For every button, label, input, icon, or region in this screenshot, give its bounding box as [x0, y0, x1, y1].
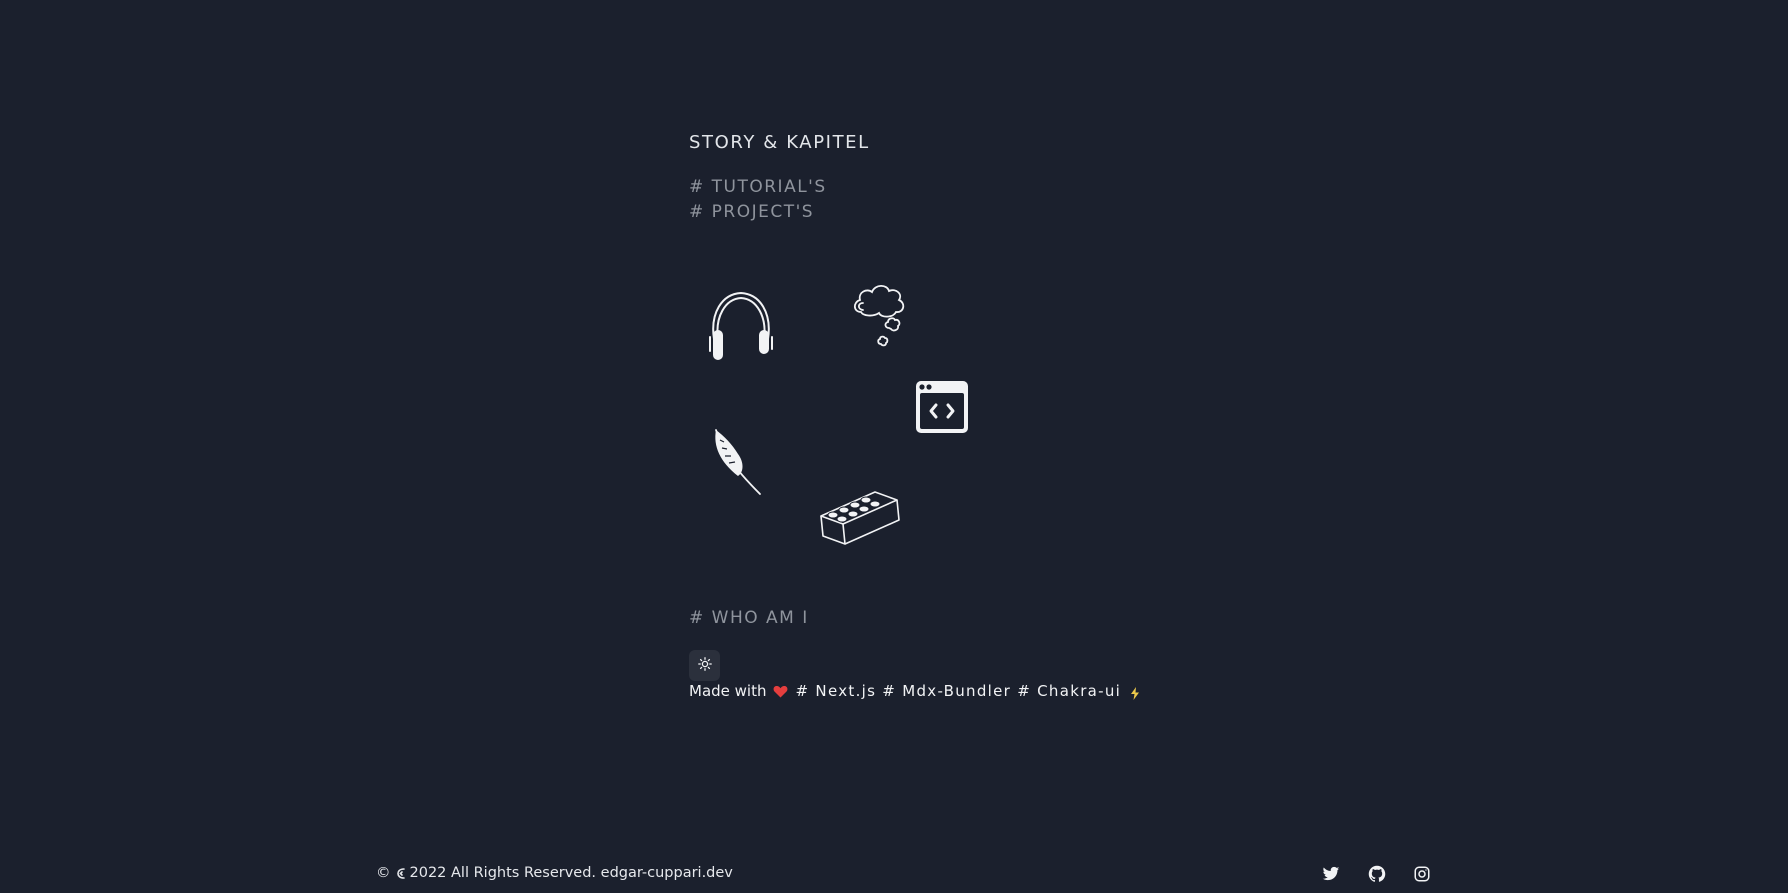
sun-icon	[697, 656, 712, 675]
lego-brick-icon	[817, 486, 901, 546]
theme-toggle-button[interactable]	[689, 650, 720, 681]
logo-icon	[396, 867, 406, 880]
copyright-symbol: ©	[376, 865, 391, 881]
copyright-text: 2022 All Rights Reserved. edgar-cuppari.…	[409, 865, 733, 881]
made-with-credits: Made with # Next.js # Mdx-Bundler # Chak…	[689, 682, 1140, 700]
thought-cloud-icon	[851, 282, 911, 354]
twitter-icon[interactable]	[1322, 865, 1340, 883]
instagram-icon[interactable]	[1413, 865, 1431, 883]
browser-code-icon	[914, 379, 970, 435]
copyright: © 2022 All Rights Reserved. edgar-cuppar…	[376, 865, 733, 881]
feather-icon	[710, 428, 766, 498]
headphones-icon	[706, 289, 776, 363]
made-with-label: Made with	[689, 682, 767, 700]
lightning-icon	[1130, 686, 1140, 700]
nav-who-am-i-link[interactable]: # WHO AM I	[689, 608, 809, 628]
site-title-link[interactable]: STORY & KAPITEL	[689, 132, 870, 153]
tech-stack-text: # Next.js # Mdx-Bundler # Chakra-ui	[795, 682, 1122, 700]
nav-tutorials-link[interactable]: # TUTORIAL'S	[689, 177, 827, 197]
heart-icon	[773, 685, 788, 698]
nav-projects-link[interactable]: # PROJECT'S	[689, 202, 814, 222]
page: STORY & KAPITEL # TUTORIAL'S # PROJECT'S	[0, 0, 1788, 893]
github-icon[interactable]	[1368, 865, 1386, 883]
